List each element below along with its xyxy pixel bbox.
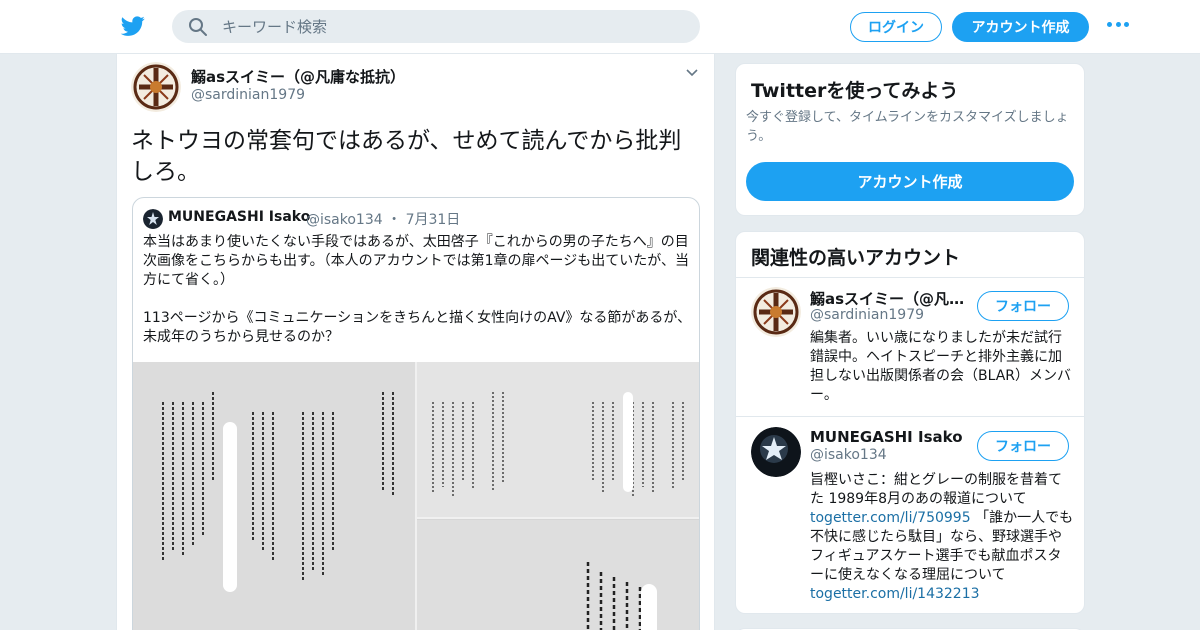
quoted-date: 7月31日: [405, 212, 461, 228]
login-button[interactable]: ログイン: [850, 12, 942, 42]
chevron-down-icon[interactable]: [685, 68, 699, 78]
tweet-panel: 鰯asスイミー（@凡庸な抵抗） @sardinian1979 ネトウヨの常套句で…: [116, 54, 715, 630]
author-avatar[interactable]: [131, 62, 181, 112]
quoted-author-avatar: [143, 209, 163, 229]
bio-text: 旨樫いさこ：紺とグレーの制服を昔着てた 1989年8月のあの報道について: [810, 472, 1062, 507]
quoted-author-meta: @isako134 ・ 7月31日: [306, 209, 460, 229]
book-table-of-contents-image[interactable]: [133, 362, 700, 630]
related-account-avatar[interactable]: [751, 427, 801, 477]
top-navigation-bar: ログイン アカウント作成: [0, 0, 1200, 54]
divider: [736, 416, 1084, 417]
star-avatar-image: [143, 209, 163, 229]
quoted-author-handle: @isako134: [306, 212, 383, 228]
quoted-tweet[interactable]: MUNEGASHI Isako @isako134 ・ 7月31日 本当はあまり…: [132, 197, 700, 630]
meta-separator: ・: [387, 212, 402, 228]
related-account-name[interactable]: 鰯asスイミー（@凡庸な抵抗）: [810, 288, 966, 309]
related-account-handle[interactable]: @isako134: [810, 447, 887, 463]
related-account-name[interactable]: MUNEGASHI Isako: [810, 428, 966, 446]
author-name[interactable]: 鰯asスイミー（@凡庸な抵抗）: [191, 66, 405, 87]
related-account-bio: 旨樫いさこ：紺とグレーの制服を昔着てた 1989年8月のあの報道について tog…: [810, 471, 1075, 604]
related-accounts-title: 関連性の高いアカウント: [751, 247, 961, 269]
avatar-emblem-image: [131, 62, 181, 112]
quoted-author-name: MUNEGASHI Isako: [168, 209, 311, 225]
avatar-emblem-image: [751, 287, 801, 337]
quoted-text: 本当はあまり使いたくない手段ではあるが、太田啓子『これからの男の子たちへ』の目次…: [143, 234, 692, 345]
follow-button[interactable]: フォロー: [977, 291, 1069, 321]
signup-card-button[interactable]: アカウント作成: [746, 162, 1074, 201]
signup-card-title: Twitterを使ってみよう: [751, 80, 959, 102]
related-account-bio: 編集者。いい歳になりましたが未だ試行錯誤中。ヘイトスピーチと排外主義に加担しない…: [810, 330, 1072, 403]
search-icon: [189, 18, 207, 36]
signup-button[interactable]: アカウント作成: [952, 12, 1089, 42]
related-account-avatar[interactable]: [751, 287, 801, 337]
star-avatar-image: [751, 427, 801, 477]
signup-card: Twitterを使ってみよう 今すぐ登録して、タイムラインをカスタマイズしましょ…: [735, 63, 1085, 216]
related-accounts-card: 関連性の高いアカウント 鰯asスイミー（@凡庸な抵抗） @sardinian19…: [735, 231, 1085, 614]
tweet-text: ネトウヨの常套句ではあるが、せめて読んでから批判しろ。: [131, 128, 682, 185]
signup-card-description: 今すぐ登録して、タイムラインをカスタマイズしましょう。: [746, 110, 1069, 144]
author-handle[interactable]: @sardinian1979: [191, 87, 305, 103]
more-dots-icon[interactable]: [1107, 22, 1129, 30]
twitter-bird-icon[interactable]: [120, 14, 146, 38]
bio-link[interactable]: togetter.com/li/1432213: [810, 586, 980, 602]
follow-button[interactable]: フォロー: [977, 431, 1069, 461]
search-box[interactable]: [172, 10, 700, 43]
search-input[interactable]: [222, 10, 682, 43]
related-account-handle[interactable]: @sardinian1979: [810, 307, 924, 323]
divider: [736, 277, 1084, 278]
bio-link[interactable]: togetter.com/li/750995: [810, 510, 971, 526]
